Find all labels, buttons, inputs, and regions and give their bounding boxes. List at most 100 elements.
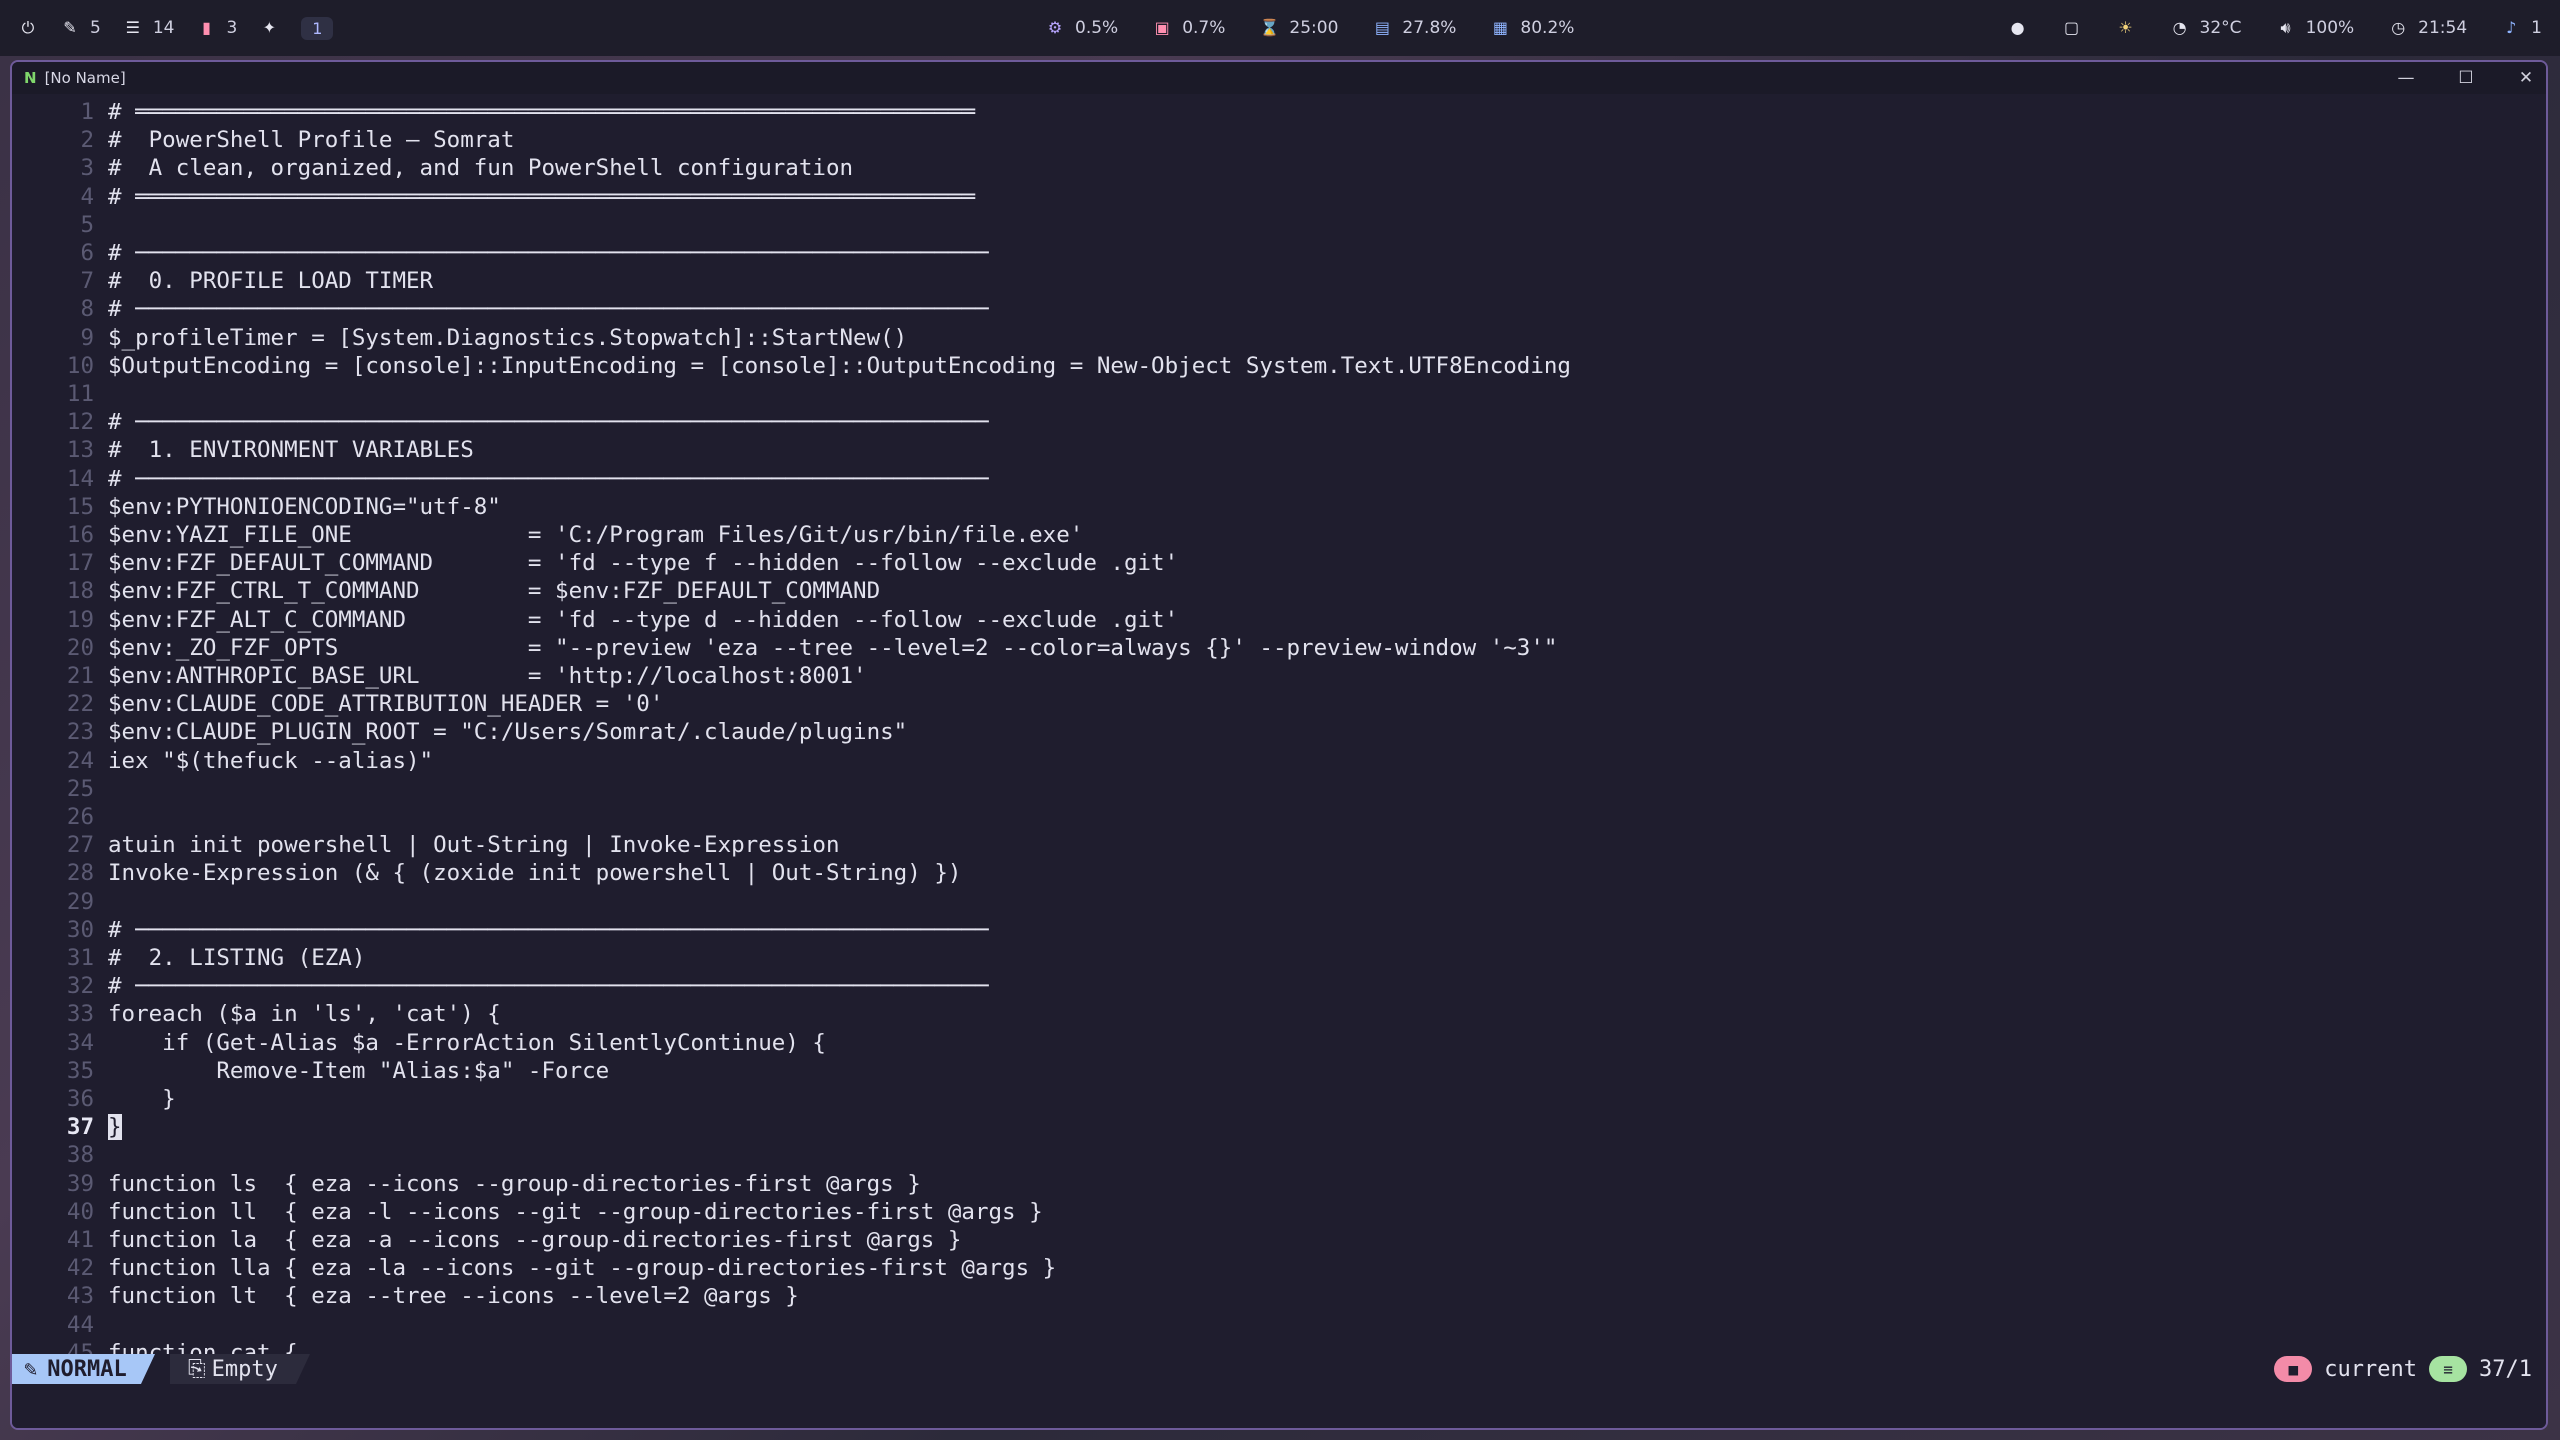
line-number: 17 xyxy=(66,550,94,577)
branch-label: current xyxy=(2324,1356,2418,1382)
code-line[interactable]: 42 function lla { eza -la --icons --git -… xyxy=(12,1254,2546,1282)
code-line[interactable]: 8 # ─────────────────────────────────────… xyxy=(12,295,2546,323)
timer-indicator[interactable]: ⌛ 25:00 xyxy=(1259,18,1338,38)
line-number: 5 xyxy=(80,211,94,238)
line-text: $env:_ZO_FZF_OPTS = "--preview 'eza --tr… xyxy=(108,634,1558,661)
code-line[interactable]: 43 function lt { eza --tree --icons --lev… xyxy=(12,1282,2546,1310)
code-line[interactable]: 6 # ─────────────────────────────────────… xyxy=(12,239,2546,267)
code-line[interactable]: 9 $_profileTimer = [System.Diagnostics.St… xyxy=(12,324,2546,352)
code-line[interactable]: 32 # ────────────────────────────────────… xyxy=(12,972,2546,1000)
maximize-button[interactable]: ☐ xyxy=(2456,68,2476,88)
line-text: # ──────────────────────────────────────… xyxy=(108,465,989,492)
neovim-window[interactable]: N [No Name] — ☐ ✕ 1 # ═══════════════════… xyxy=(10,60,2548,1430)
line-text: foreach ($a in 'ls', 'cat') { xyxy=(108,1001,501,1028)
code-line[interactable]: 36 } xyxy=(12,1085,2546,1113)
temperature-indicator[interactable]: ◔ 32°C xyxy=(2170,18,2242,38)
code-line[interactable]: 44 xyxy=(12,1311,2546,1339)
code-line[interactable]: 37} xyxy=(12,1113,2546,1141)
gpu-icon: ▣ xyxy=(1154,18,1170,37)
code-line[interactable]: 10 $OutputEncoding = [console]::InputEnco… xyxy=(12,352,2546,380)
line-number: 16 xyxy=(66,522,94,548)
code-line[interactable]: 29 xyxy=(12,888,2546,916)
edits-indicator[interactable]: ✎ 5 xyxy=(60,18,101,38)
screenshot-button[interactable]: ▢ xyxy=(2062,18,2082,38)
code-line[interactable]: 2 # PowerShell Profile – Somrat xyxy=(12,126,2546,154)
line-text: # ──────────────────────────────────────… xyxy=(108,296,989,323)
line-number: 41 xyxy=(66,1227,94,1253)
line-number: 26 xyxy=(66,804,94,830)
code-line[interactable]: 14 # ────────────────────────────────────… xyxy=(12,465,2546,493)
code-line[interactable]: 30 # ────────────────────────────────────… xyxy=(12,916,2546,944)
notifications-indicator[interactable]: ♪ 1 xyxy=(2501,18,2542,38)
code-line[interactable]: 12 # ────────────────────────────────────… xyxy=(12,408,2546,436)
command-line[interactable] xyxy=(12,1384,2546,1428)
buffer-label: Empty xyxy=(211,1356,278,1382)
code-line[interactable]: 34 if (Get-Alias $a -ErrorAction Silentl… xyxy=(12,1029,2546,1057)
gpu-indicator[interactable]: ▣ 0.7% xyxy=(1152,18,1226,38)
code-line[interactable]: 5 xyxy=(12,211,2546,239)
code-line[interactable]: 25 xyxy=(12,775,2546,803)
volume-indicator[interactable]: 🔊︎ 100% xyxy=(2276,18,2355,38)
code-line[interactable]: 21 $env:ANTHROPIC_BASE_URL = 'http://loca… xyxy=(12,662,2546,690)
clock-icon: ◷ xyxy=(2391,18,2406,37)
code-line[interactable]: 38 xyxy=(12,1141,2546,1169)
disk-indicator[interactable]: ▦ 80.2% xyxy=(1490,18,1575,38)
line-number: 11 xyxy=(66,381,94,407)
brightness-button[interactable]: ☀ xyxy=(2116,18,2136,38)
ai-button[interactable]: ✦ xyxy=(259,18,279,38)
code-line[interactable]: 24 iex "$(thefuck --alias)" xyxy=(12,747,2546,775)
code-line[interactable]: 20 $env:_ZO_FZF_OPTS = "--preview 'eza --… xyxy=(12,634,2546,662)
code-line[interactable]: 22 $env:CLAUDE_CODE_ATTRIBUTION_HEADER = … xyxy=(12,690,2546,718)
code-line[interactable]: 45 function cat { xyxy=(12,1339,2546,1354)
code-line[interactable]: 4 # ═════════════════════════════════════… xyxy=(12,183,2546,211)
code-line[interactable]: 31 # 2. LISTING (EZA) xyxy=(12,944,2546,972)
code-line[interactable]: 33 foreach ($a in 'ls', 'cat') { xyxy=(12,1000,2546,1028)
code-line[interactable]: 16 $env:YAZI_FILE_ONE = 'C:/Program Files… xyxy=(12,521,2546,549)
line-number: 7 xyxy=(80,268,94,295)
window-controls: — ☐ ✕ xyxy=(2396,62,2536,94)
code-line[interactable]: 35 Remove-Item "Alias:$a" -Force xyxy=(12,1057,2546,1085)
line-number: 4 xyxy=(80,183,94,210)
line-text: $OutputEncoding = [console]::InputEncodi… xyxy=(108,352,1571,379)
disk-icon: ▦ xyxy=(1492,18,1508,37)
trash-indicator[interactable]: ▮ 3 xyxy=(196,18,237,38)
line-number: 14 xyxy=(66,465,94,492)
code-line[interactable]: 39 function ls { eza --icons --group-dire… xyxy=(12,1170,2546,1198)
topbar-right: ● ▢ ☀ ◔ 32°C 🔊︎ 100% ◷ 21:54 ♪ 1 xyxy=(2008,0,2542,56)
clock-indicator[interactable]: ◷ 21:54 xyxy=(2388,18,2467,38)
code-line[interactable]: 28 Invoke-Expression (& { (zoxide init po… xyxy=(12,859,2546,887)
memory-indicator[interactable]: ▤ 27.8% xyxy=(1372,18,1457,38)
line-number: 45 xyxy=(66,1339,94,1354)
window-titlebar[interactable]: N [No Name] — ☐ ✕ xyxy=(12,62,2546,94)
code-line[interactable]: 3 # A clean, organized, and fun PowerShel… xyxy=(12,154,2546,182)
cpu-indicator[interactable]: ⚙ 0.5% xyxy=(1045,18,1118,38)
code-line[interactable]: 13 # 1. ENVIRONMENT VARIABLES xyxy=(12,436,2546,464)
code-line[interactable]: 1 # ═════════════════════════════════════… xyxy=(12,98,2546,126)
line-text: # 1. ENVIRONMENT VARIABLES xyxy=(108,437,474,464)
code-line[interactable]: 19 $env:FZF_ALT_C_COMMAND = 'fd --type d … xyxy=(12,606,2546,634)
code-line[interactable]: 23 $env:CLAUDE_PLUGIN_ROOT = "C:/Users/So… xyxy=(12,718,2546,746)
code-line[interactable]: 41 function la { eza -a --icons --group-d… xyxy=(12,1226,2546,1254)
line-text: # ══════════════════════════════════════… xyxy=(108,183,975,210)
code-line[interactable]: 11 xyxy=(12,380,2546,408)
code-line[interactable]: 18 $env:FZF_CTRL_T_COMMAND = $env:FZF_DEF… xyxy=(12,577,2546,605)
code-line[interactable]: 15 $env:PYTHONIOENCODING="utf-8" xyxy=(12,493,2546,521)
minimize-button[interactable]: — xyxy=(2396,68,2416,88)
chat-button[interactable]: ● xyxy=(2008,18,2028,38)
code-line[interactable]: 26 xyxy=(12,803,2546,831)
line-text: # ──────────────────────────────────────… xyxy=(108,409,989,436)
code-line[interactable]: 40 function ll { eza -l --icons --git --g… xyxy=(12,1198,2546,1226)
close-button[interactable]: ✕ xyxy=(2516,68,2536,88)
code-line[interactable]: 7 # 0. PROFILE LOAD TIMER xyxy=(12,267,2546,295)
code-line[interactable]: 27 atuin init powershell | Out-String | I… xyxy=(12,831,2546,859)
power-button[interactable]: ⏻ xyxy=(18,18,38,38)
line-text: $env:FZF_ALT_C_COMMAND = 'fd --type d --… xyxy=(108,606,1179,633)
line-text: function ls { eza --icons --group-direct… xyxy=(108,1170,921,1197)
line-text: $env:CLAUDE_PLUGIN_ROOT = "C:/Users/Somr… xyxy=(108,719,908,746)
editor-buffer[interactable]: 1 # ═════════════════════════════════════… xyxy=(12,98,2546,1354)
workspace-1-button[interactable]: 1 xyxy=(301,16,334,40)
line-text: function la { eza -a --icons --group-dir… xyxy=(108,1227,962,1253)
code-line[interactable]: 17 $env:FZF_DEFAULT_COMMAND = 'fd --type … xyxy=(12,549,2546,577)
line-text: $env:YAZI_FILE_ONE = 'C:/Program Files/G… xyxy=(108,522,1084,548)
tasks-indicator[interactable]: ☰ 14 xyxy=(123,18,175,38)
